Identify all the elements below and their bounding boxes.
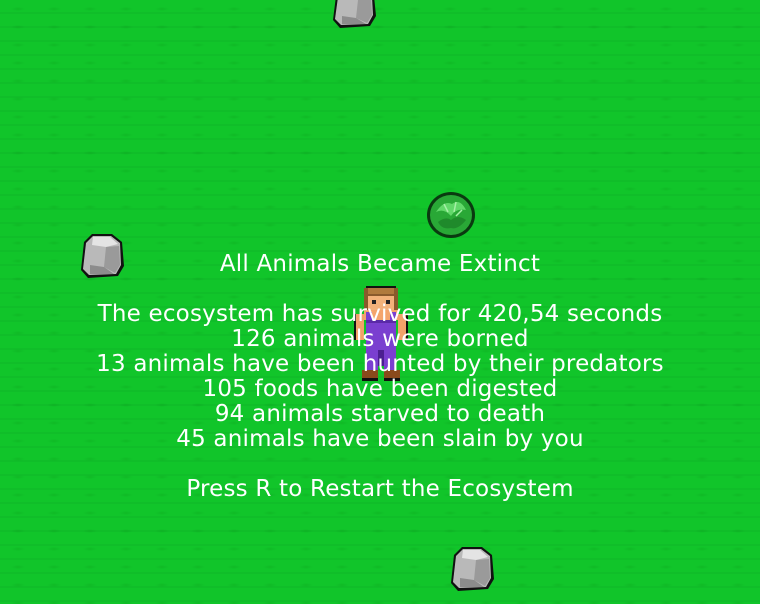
- stat-survival-time: The ecosystem has survived for 420,54 se…: [97, 301, 663, 327]
- stat-animals-starved: 94 animals starved to death: [214, 401, 546, 427]
- stat-animals-hunted: 13 animals have been hunted by their pre…: [96, 351, 664, 377]
- game-over-panel: All Animals Became Extinct The ecosystem…: [0, 252, 760, 502]
- stat-foods-digested: 105 foods have been digested: [202, 376, 558, 402]
- game-over-title: All Animals Became Extinct: [219, 251, 541, 277]
- rock-icon: [330, 0, 378, 30]
- bush-icon: [426, 190, 476, 240]
- stat-animals-slain: 45 animals have been slain by you: [176, 426, 584, 452]
- stat-animals-born: 126 animals were borned: [231, 326, 529, 352]
- rock-icon: [448, 545, 496, 593]
- restart-hint: Press R to Restart the Ecosystem: [186, 476, 574, 502]
